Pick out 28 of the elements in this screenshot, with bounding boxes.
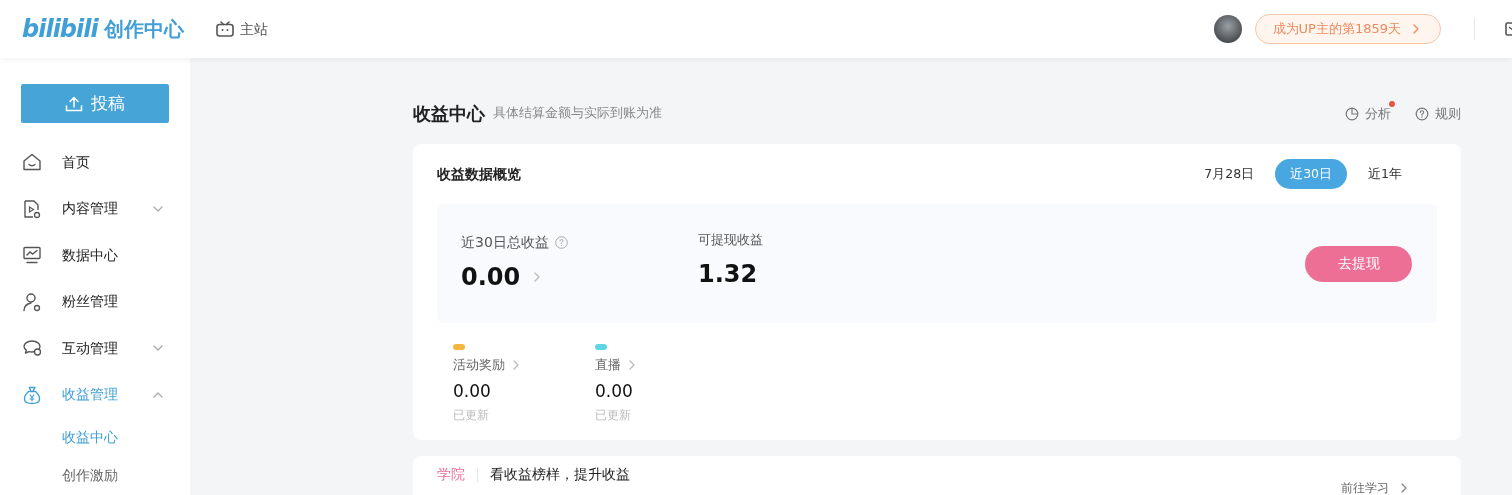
stat-value: 0.00 xyxy=(461,262,521,293)
source-value: 0.00 xyxy=(453,379,492,403)
stat-label: 近30日总收益 xyxy=(461,233,549,252)
sidebar-item[interactable]: 内容管理 xyxy=(0,185,190,232)
sidebar-subitem[interactable]: 创作激励 xyxy=(0,456,190,495)
header-action-link[interactable]: 分析 xyxy=(1345,103,1391,124)
sidebar-item[interactable]: 粉丝管理 xyxy=(0,278,190,325)
source-link[interactable]: 活动奖励 xyxy=(453,356,595,375)
sidebar-item[interactable]: 首页 xyxy=(0,139,190,186)
page-subtitle: 具体结算金额与实际到账为准 xyxy=(493,104,662,123)
learn-link[interactable]: 前往学习 xyxy=(1341,479,1411,495)
range-tab[interactable]: 近1年 xyxy=(1353,159,1417,189)
product-name: 创作中心 xyxy=(103,16,184,43)
stat-label: 可提现收益 xyxy=(698,231,763,250)
academy-text: 看收益榜样，提升收益 xyxy=(490,465,630,485)
sidebar-item[interactable]: 数据中心 xyxy=(0,232,190,279)
main-site-link[interactable]: 主站 xyxy=(239,18,268,40)
stat-value: 1.32 xyxy=(698,258,759,290)
academy-tag: 学院 xyxy=(437,464,465,486)
sidebar-item[interactable]: 互动管理 xyxy=(0,325,190,372)
range-tab[interactable]: 7月28日 xyxy=(1189,159,1270,189)
card-title: 收益数据概览 xyxy=(437,164,521,184)
header-action-link[interactable]: 规则 xyxy=(1415,103,1461,124)
status-text: 已更新 xyxy=(453,407,490,425)
source-link[interactable]: 直播 xyxy=(595,356,737,375)
page-title: 收益中心 xyxy=(413,102,485,126)
status-text: 已更新 xyxy=(595,407,632,425)
source-value: 0.00 xyxy=(595,379,634,403)
